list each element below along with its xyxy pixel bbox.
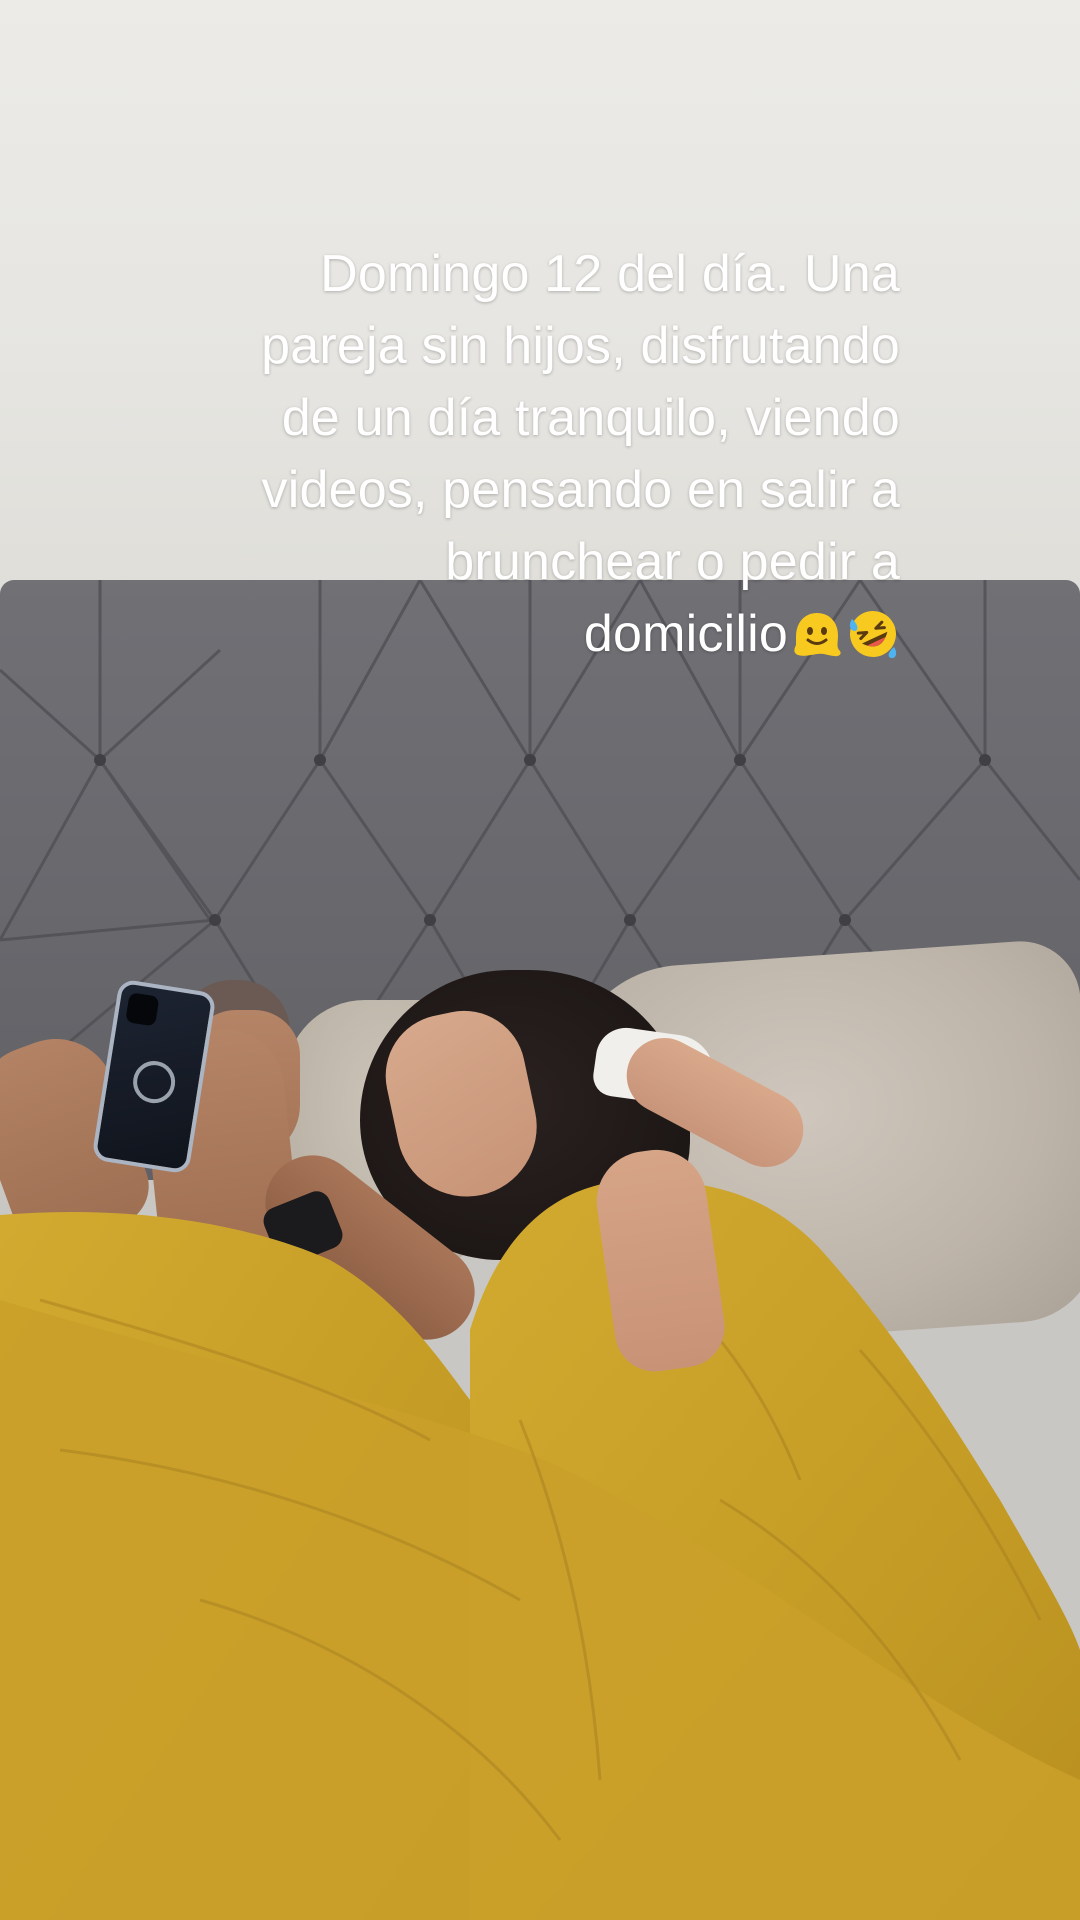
caption-line: de un día tranquilo, viendo <box>281 389 900 447</box>
caption-last-line: domicilio <box>120 598 900 670</box>
caption-line: videos, pensando en salir a <box>261 461 900 519</box>
rolling-on-the-floor-laughing-emoji <box>849 611 897 659</box>
video-frame[interactable]: Domingo 12 del día. Una pareja sin hijos… <box>0 0 1080 1920</box>
melting-face-emoji <box>794 613 841 657</box>
caption-line: brunchear o pedir a <box>445 533 900 591</box>
caption-line: pareja sin hijos, disfrutando <box>261 317 900 375</box>
caption-line: Domingo 12 del día. Una <box>320 245 900 303</box>
caption-line: domicilio <box>583 605 788 663</box>
video-caption: Domingo 12 del día. Una pareja sin hijos… <box>120 238 900 670</box>
